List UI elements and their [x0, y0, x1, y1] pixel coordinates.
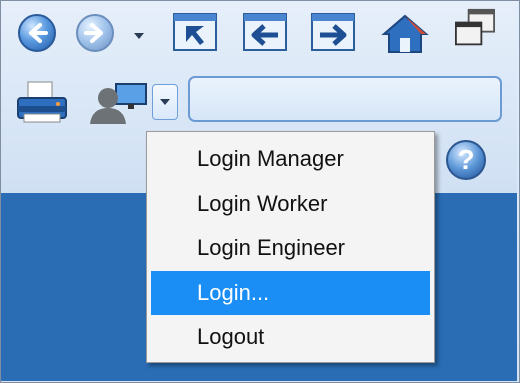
history-dropdown-arrow[interactable] — [134, 33, 144, 39]
user-dropdown-button[interactable] — [152, 84, 178, 120]
chevron-down-icon — [160, 99, 170, 105]
question-icon: ? — [457, 144, 475, 175]
help-button[interactable]: ? — [446, 140, 486, 180]
user-login-menu: Login Manager Login Worker Login Enginee… — [146, 131, 435, 363]
menu-item-login-manager[interactable]: Login Manager — [151, 137, 430, 181]
arrow-right-icon — [84, 23, 103, 43]
back-window-icon[interactable] — [242, 12, 288, 52]
restore-windows-icon[interactable] — [452, 8, 498, 48]
user-icon[interactable] — [88, 80, 152, 126]
menu-item-login[interactable]: Login... — [151, 271, 430, 315]
printer-icon[interactable] — [14, 80, 70, 126]
home-icon[interactable] — [380, 12, 430, 54]
menu-item-login-engineer[interactable]: Login Engineer — [151, 226, 430, 270]
forward-button[interactable] — [76, 14, 114, 52]
forward-window-icon[interactable] — [310, 12, 356, 52]
arrow-left-icon — [29, 23, 48, 43]
cursor-window-icon[interactable] — [172, 12, 218, 52]
search-input[interactable] — [188, 76, 502, 122]
back-button[interactable] — [18, 14, 56, 52]
menu-item-logout[interactable]: Logout — [151, 315, 430, 359]
menu-item-login-worker[interactable]: Login Worker — [151, 182, 430, 226]
